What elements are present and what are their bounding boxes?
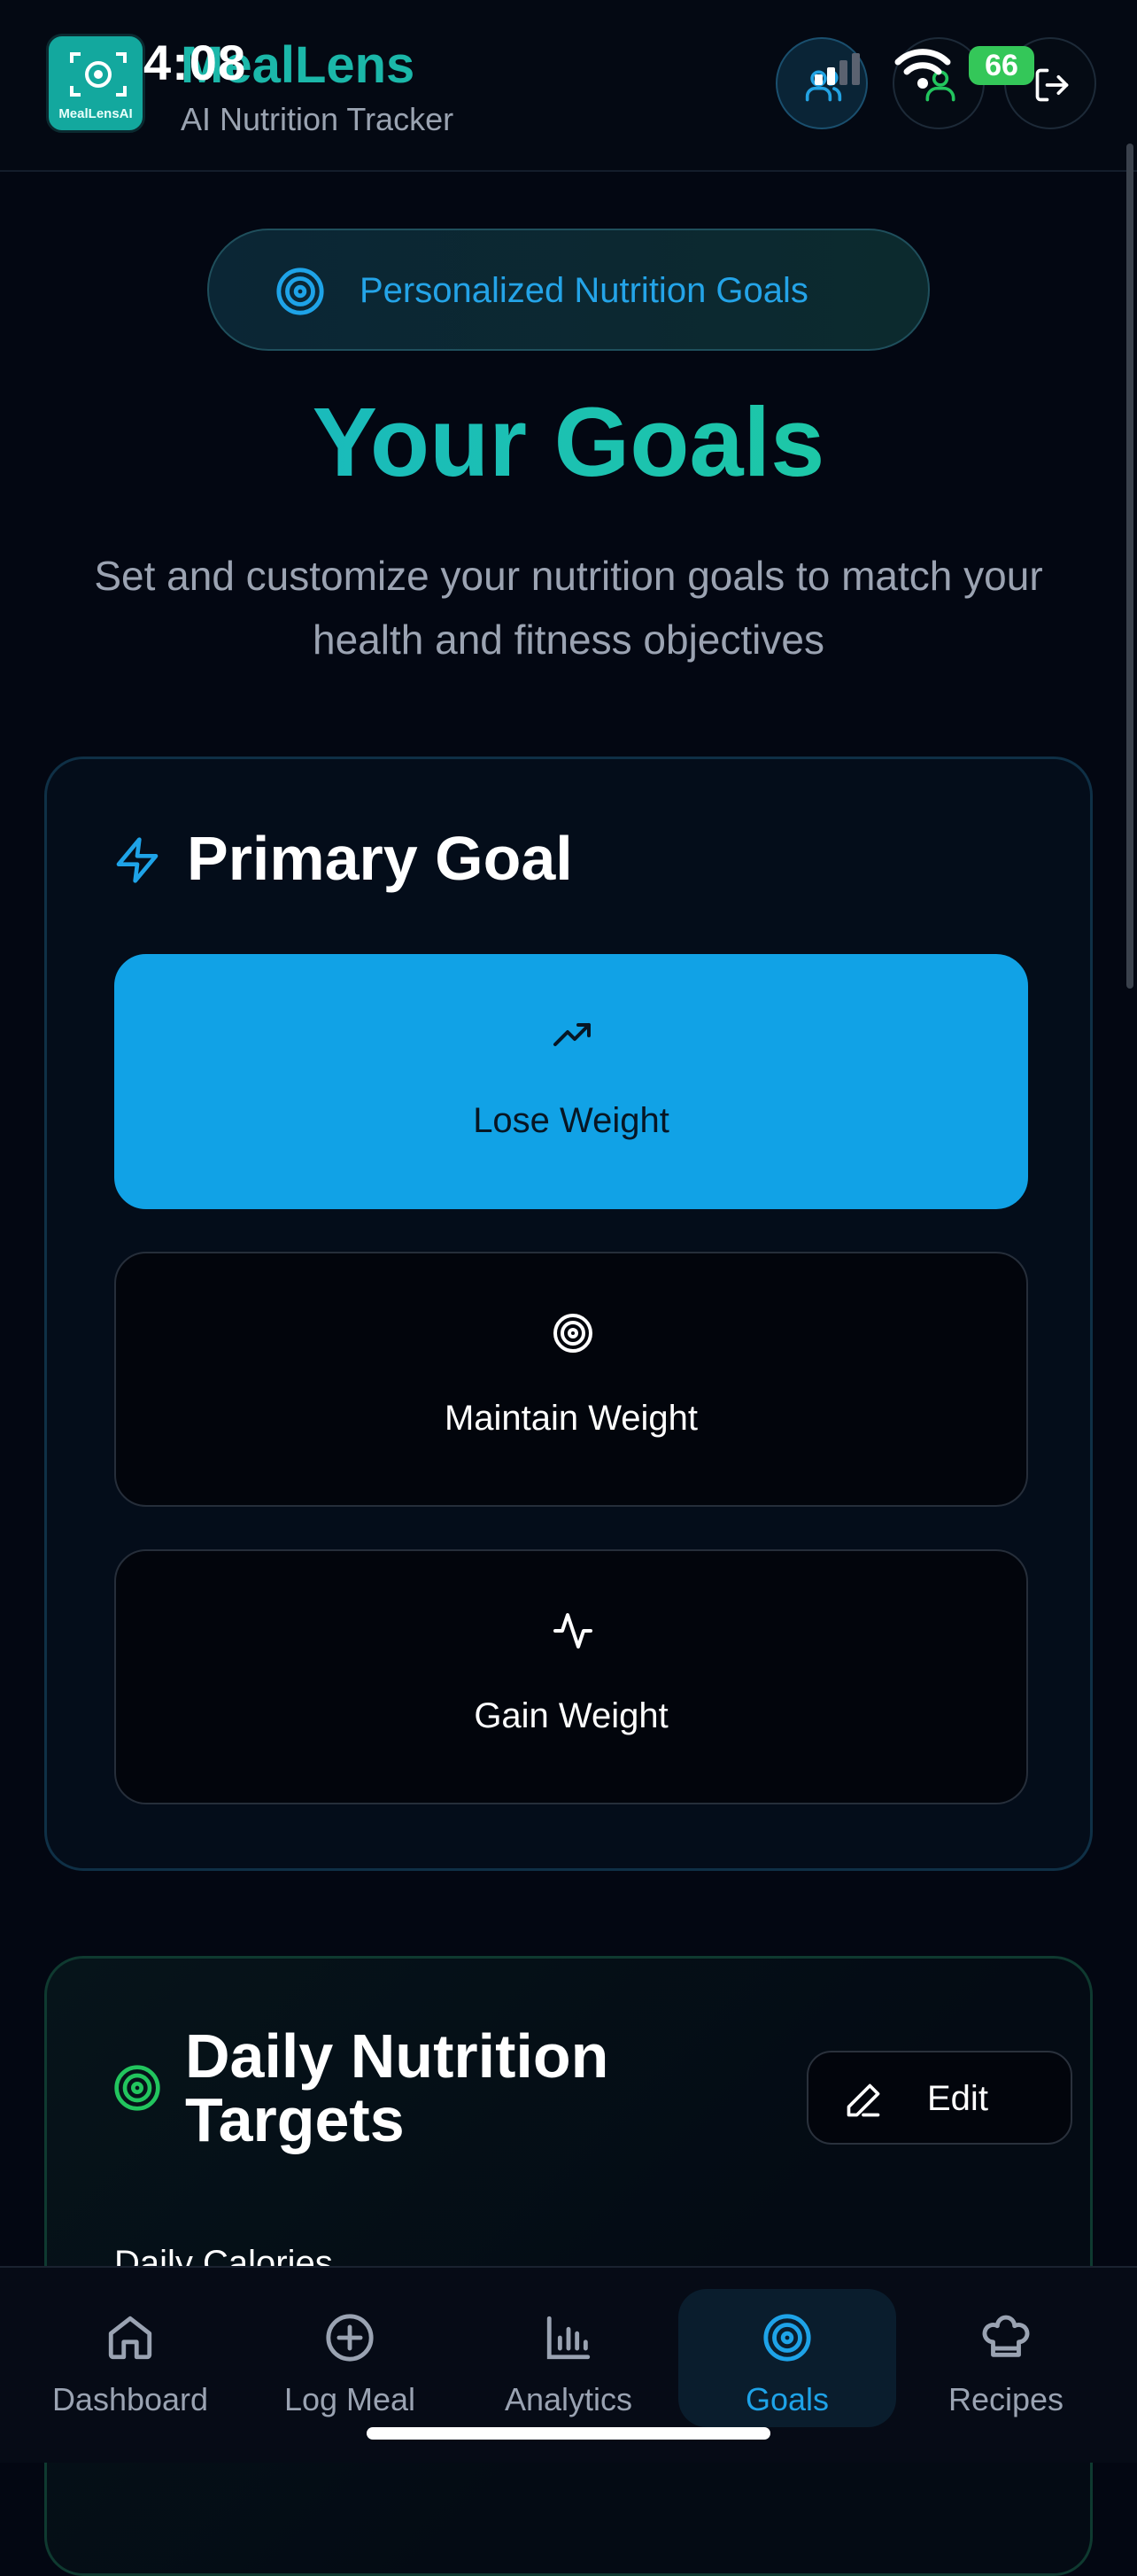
goal-option-lose-weight[interactable]: Lose Weight: [114, 954, 1028, 1209]
nav-label: Goals: [745, 2381, 830, 2417]
target-icon: [553, 1314, 592, 1353]
nav-item-log-meal[interactable]: Log Meal: [241, 2289, 459, 2427]
logo-text: MealLensAI: [58, 106, 133, 121]
bar-chart-icon: [546, 2316, 591, 2360]
battery-indicator: 66: [969, 46, 1034, 85]
camera-scan-icon: [70, 52, 127, 97]
nav-item-dashboard[interactable]: Dashboard: [21, 2289, 239, 2427]
page-description: Set and customize your nutrition goals t…: [94, 553, 1043, 663]
plus-circle-icon: [326, 2314, 374, 2362]
page-title: Your Goals: [0, 386, 1137, 499]
daily-targets-title-line1: Daily Nutrition: [185, 2021, 609, 2091]
scrollbar[interactable]: [1126, 144, 1133, 989]
nav-item-analytics[interactable]: Analytics: [460, 2289, 677, 2427]
goal-option-label: Gain Weight: [474, 1696, 669, 1735]
app-subtitle: AI Nutrition Tracker: [181, 101, 454, 137]
daily-targets-title: Daily Nutrition Targets: [185, 2024, 608, 2152]
goals-badge: Personalized Nutrition Goals: [207, 229, 930, 351]
app-header: MealLensAI MealLens AI Nutrition Tracker…: [0, 0, 1137, 172]
pencil-icon: [847, 2083, 880, 2117]
nav-label: Dashboard: [51, 2381, 209, 2417]
home-indicator[interactable]: [367, 2427, 770, 2440]
app-logo[interactable]: MealLensAI: [46, 34, 145, 133]
primary-goal-card: Primary Goal Lose Weight Maintain Weight…: [44, 757, 1093, 1871]
home-icon: [108, 2316, 152, 2360]
goal-option-label: Lose Weight: [473, 1101, 669, 1140]
cellular-signal-icon: [815, 53, 860, 85]
chef-hat-icon: [982, 2315, 1030, 2357]
nav-label: Recipes: [948, 2381, 1064, 2417]
nav-label: Log Meal: [283, 2381, 416, 2417]
edit-button[interactable]: Edit: [807, 2051, 1072, 2145]
nav-item-recipes[interactable]: Recipes: [897, 2289, 1115, 2427]
logout-icon: [1035, 68, 1069, 102]
status-time: 4:08: [143, 35, 247, 90]
nav-label: Analytics: [504, 2381, 633, 2417]
target-icon: [114, 2065, 160, 2111]
nav-item-goals[interactable]: Goals: [678, 2289, 896, 2427]
goal-option-gain-weight[interactable]: Gain Weight: [114, 1549, 1028, 1804]
goal-option-maintain-weight[interactable]: Maintain Weight: [114, 1252, 1028, 1507]
trending-up-icon: [553, 1023, 591, 1046]
primary-goal-title: Primary Goal: [187, 824, 573, 893]
wifi-icon: [894, 49, 951, 89]
daily-targets-title-line2: Targets: [185, 2085, 405, 2154]
activity-icon: [553, 1613, 592, 1649]
target-icon: [763, 2314, 811, 2362]
lightning-icon: [116, 837, 159, 883]
badge-label: Personalized Nutrition Goals: [360, 271, 808, 310]
target-icon: [276, 268, 324, 315]
goal-option-label: Maintain Weight: [444, 1399, 699, 1438]
edit-label: Edit: [927, 2079, 988, 2118]
